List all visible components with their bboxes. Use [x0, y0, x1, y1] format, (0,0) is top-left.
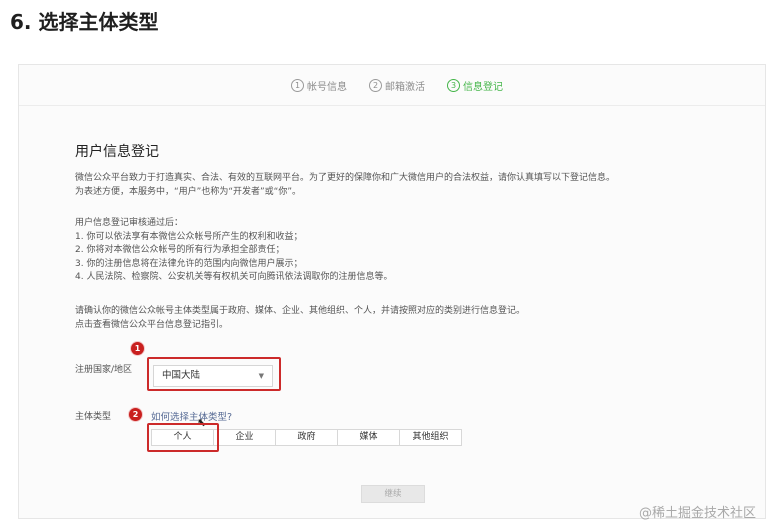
step-label: 信息登记: [463, 82, 503, 93]
country-select[interactable]: 中国大陆 ▼: [153, 365, 273, 387]
chevron-down-icon: ▼: [258, 372, 264, 380]
review-text: 用户信息登记审核通过后： 1. 你可以依法享有本微信公众帐号所产生的权利和收益；…: [75, 217, 392, 285]
review-line: 1. 你可以依法享有本微信公众帐号所产生的权利和收益；: [75, 231, 303, 242]
form-title: 用户信息登记: [75, 144, 159, 160]
step-label: 帐号信息: [307, 82, 347, 93]
step-number: 1: [291, 79, 304, 92]
confirm-text: 请确认你的微信公众帐号主体类型属于政府、媒体、企业、其他组织、个人，并请按照对应…: [75, 305, 525, 332]
type-option-enterprise[interactable]: 企业: [213, 429, 276, 446]
intro-line: 为表述方便，本服务中，“用户”也称为“开发者”或“你”。: [75, 186, 301, 197]
watermark: @稀土掘金技术社区: [638, 506, 756, 521]
confirm-line: 请确认你的微信公众帐号主体类型属于政府、媒体、企业、其他组织、个人，并请按照对应…: [75, 306, 526, 316]
annotation-marker-1: 1: [131, 342, 144, 355]
review-line: 4. 人民法院、检察院、公安机关等有权机关可向腾讯依法调取你的注册信息等。: [75, 272, 393, 282]
guide-link[interactable]: 点击查看微信公众平台信息登记指引。: [75, 319, 525, 333]
step-label: 邮箱激活: [385, 82, 425, 93]
step-account-info: 1 帐号信息: [291, 78, 347, 93]
intro-text: 微信公众平台致力于打造真实、合法、有效的互联网平台。为了更好的保障你和广大微信用…: [75, 172, 615, 199]
type-label: 主体类型: [75, 412, 112, 422]
review-line: 2. 你将对本微信公众帐号的所有行为承担全部责任；: [75, 245, 285, 255]
annotation-marker-2: 2: [129, 408, 142, 421]
intro-line: 微信公众平台致力于打造真实、合法、有效的互联网平台。为了更好的保障你和广大微信用…: [75, 173, 616, 183]
country-value: 中国大陆: [162, 370, 201, 381]
step-email-activation: 2 邮箱激活: [369, 78, 425, 93]
progress-steps: 1 帐号信息 2 邮箱激活 3 信息登记: [19, 65, 765, 106]
step-number: 3: [447, 79, 460, 92]
type-option-government[interactable]: 政府: [275, 429, 338, 446]
continue-button[interactable]: 继续: [361, 485, 425, 503]
review-line: 3. 你的注册信息将在法律允许的范围内向微信用户展示；: [75, 258, 303, 269]
highlight-individual: [147, 423, 219, 452]
step-number: 2: [369, 79, 382, 92]
type-help-link[interactable]: 如何选择主体类型?: [151, 409, 232, 423]
section-heading: 6. 选择主体类型: [10, 10, 159, 34]
type-option-media[interactable]: 媒体: [337, 429, 400, 446]
type-option-other[interactable]: 其他组织: [399, 429, 462, 446]
step-info-registration: 3 信息登记: [447, 78, 503, 93]
country-label: 注册国家/地区: [75, 365, 133, 375]
registration-panel: 1 帐号信息 2 邮箱激活 3 信息登记 用户信息登记 微信公众平台致力于打造真…: [18, 64, 766, 519]
review-line: 用户信息登记审核通过后：: [75, 218, 184, 228]
